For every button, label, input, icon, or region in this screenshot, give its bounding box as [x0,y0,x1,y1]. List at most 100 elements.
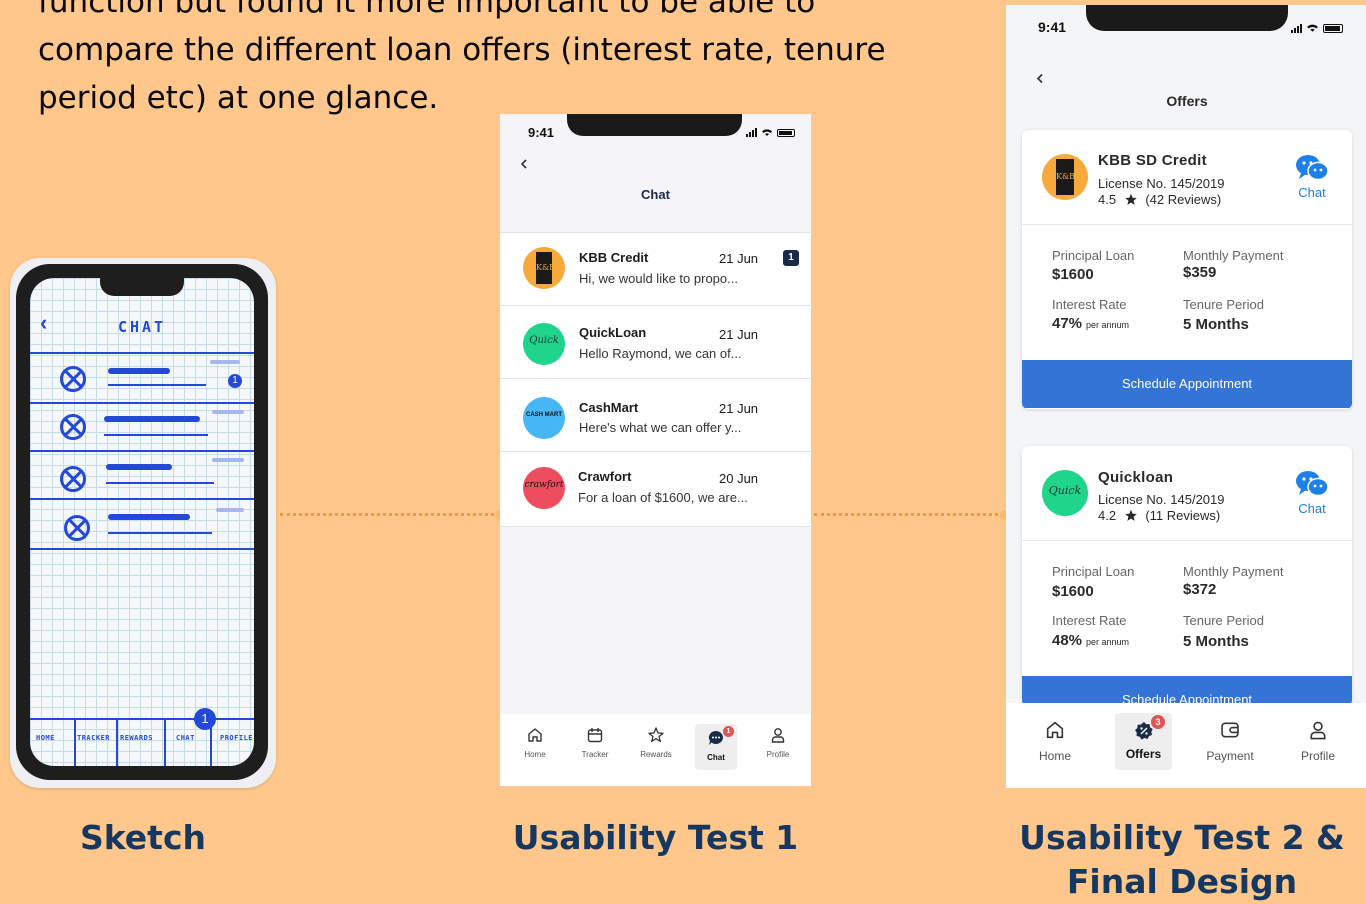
card-divider [1022,540,1352,541]
profile-icon [771,728,785,743]
tenure-label: Tenure Period [1183,297,1264,312]
principal-label: Principal Loan [1052,564,1135,579]
home-icon [528,728,542,742]
chat-phone: 9:41 Chat K&B KBB Credit 21 Jun Hi, we w… [500,114,811,786]
sketch-tab-chat: CHAT [176,734,195,742]
sketch-divider [30,352,254,354]
sketch-tabbar-line [30,718,254,720]
chat-list-item[interactable]: crawfort Crawfort 20 Jun For a loan of $… [500,451,811,526]
sketch-msg-line [108,384,206,386]
wifi-icon [762,129,772,136]
sketch-divider [30,548,254,550]
chat-date: 21 Jun [719,401,759,416]
back-icon[interactable] [1035,72,1045,85]
sketch-phone-frame: ‹ CHAT 1 HOME TRACKER REWARDS CHAT PROFI… [16,264,268,780]
star-icon [1124,193,1137,205]
chat-date: 21 Jun [719,327,759,342]
sketch-tab-divider [116,718,118,766]
principal-label: Principal Loan [1052,248,1135,263]
lender-name: KBB SD Credit [1098,152,1207,169]
kbb-credit-logo: K&B [523,247,565,289]
wechat-icon [1296,155,1329,181]
principal-value: $1600 [1052,583,1094,600]
caption-sketch: Sketch [79,818,207,857]
chat-list-item[interactable]: K&B KBB Credit 21 Jun Hi, we would like … [500,232,811,306]
sketch-divider [30,450,254,452]
sketch-divider [30,498,254,500]
tab-bar: Home Tracker Rewards Chat 1 Profile [500,714,811,786]
sketch-divider [30,402,254,404]
star-icon [1124,509,1137,521]
sketch-tab-divider [164,718,166,766]
sketch-date-line [216,508,244,512]
monthly-value: $372 [1183,581,1217,598]
chat-list-item[interactable]: CASH MART CashMart 21 Jun Here's what we… [500,378,811,452]
sketch-msg-line [104,434,208,436]
unread-badge: 1 [783,250,799,266]
chat-sender-name: Crawfort [578,469,632,484]
schedule-appointment-button[interactable]: Schedule Appointment [1022,676,1352,706]
status-icons [746,128,795,137]
tab-profile[interactable]: Profile [756,726,800,759]
status-time: 9:41 [528,125,555,140]
chat-link[interactable]: Chat [1292,154,1332,200]
tab-payment[interactable]: Payment [1200,719,1260,763]
wallet-icon [1221,722,1239,738]
kbb-credit-logo: K&B [1042,154,1088,200]
tab-offers[interactable]: Offers 3 [1115,713,1172,770]
signal-icon [746,128,757,137]
tab-rewards[interactable]: Rewards [634,726,678,759]
sketch-date-line [212,458,244,462]
back-icon[interactable] [519,158,529,170]
quickloan-logo: Quick [523,323,565,365]
chat-date: 20 Jun [719,471,759,486]
tab-profile[interactable]: Profile [1294,719,1342,763]
sketch-title: CHAT [117,318,167,336]
offer-card: K&B KBB SD Credit License No. 145/2019 4… [1022,130,1352,409]
schedule-appointment-button[interactable]: Schedule Appointment [1022,360,1352,408]
wifi-icon [1307,24,1318,32]
connector-dots [280,513,500,516]
battery-icon [1323,23,1343,33]
chat-link[interactable]: Chat [1292,470,1332,516]
sketch-avatar-icon [64,515,90,541]
tab-chat[interactable]: Chat 1 [695,724,737,770]
caption-usability-test-1: Usability Test 1 [512,818,799,857]
rating: 4.2 (11 Reviews) [1098,508,1221,523]
sketch-tab-divider [74,718,76,766]
license-number: License No. 145/2019 [1098,492,1225,507]
sketch-tab-rewards: REWARDS [120,734,154,742]
chat-message-preview: Hello Raymond, we can of... [579,346,742,361]
sketch-date-line [210,360,240,364]
tab-home[interactable]: Home [1034,719,1076,763]
principal-value: $1600 [1052,266,1094,283]
phone-notch [1086,5,1288,31]
home-icon [1046,721,1064,739]
battery-icon [777,128,795,137]
chat-message-preview: For a loan of $1600, we are... [578,490,748,505]
tab-home[interactable]: Home [514,726,556,759]
chat-date: 21 Jun [719,251,759,266]
sketch-tab-home: HOME [36,734,55,742]
sketch-name-line [108,514,190,520]
chat-sender-name: CashMart [579,400,639,415]
offers-tab-badge: 3 [1151,715,1165,729]
sketch-notch [100,278,184,296]
chat-list-item[interactable]: Quick QuickLoan 21 Jun Hello Raymond, we… [500,305,811,379]
offers-phone: 9:41 Offers K&B KBB SD Credit License No… [1006,5,1366,788]
tab-tracker[interactable]: Tracker [574,726,616,759]
sketch-name-line [106,464,172,470]
phone-notch [567,114,742,136]
chat-sender-name: KBB Credit [579,250,649,265]
rating: 4.5 (42 Reviews) [1098,192,1222,207]
sketch-msg-line [106,482,214,484]
sketch-name-line [104,416,200,422]
sketch-msg-line [108,532,212,534]
monthly-value: $359 [1183,264,1217,281]
star-icon [648,727,664,743]
chat-header: 9:41 Chat [500,114,811,232]
sketch-screen: ‹ CHAT 1 HOME TRACKER REWARDS CHAT PROFI… [30,278,254,766]
sketch-tab-badge: 1 [194,708,216,730]
chat-sender-name: QuickLoan [579,325,647,340]
tenure-value: 5 Months [1183,316,1249,333]
